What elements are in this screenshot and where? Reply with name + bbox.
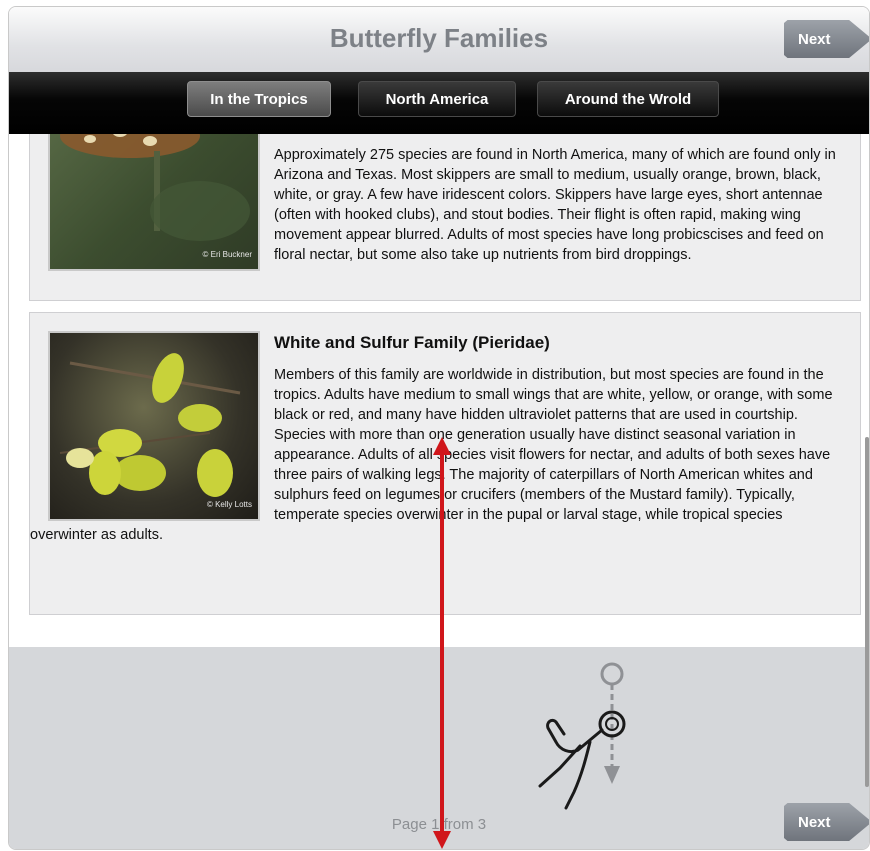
photo-credit: © Kelly Lotts xyxy=(206,500,252,509)
tab-bar: In the Tropics North America Around the … xyxy=(9,72,869,134)
title-bar: Butterfly Families Next xyxy=(9,7,869,73)
tab-around-the-world[interactable]: Around the Wrold xyxy=(537,81,719,117)
family-card: © Eri Buckner Approximately 275 species … xyxy=(29,134,861,301)
photo-credit: © Eri Buckner xyxy=(202,250,252,259)
tab-in-the-tropics[interactable]: In the Tropics xyxy=(187,81,331,117)
next-button-bottom[interactable]: Next xyxy=(784,803,869,841)
page-title: Butterfly Families xyxy=(329,23,549,53)
tab-north-america[interactable]: North America xyxy=(358,81,516,117)
butterfly-photo: © Eri Buckner xyxy=(48,134,260,271)
swipe-gesture-icon xyxy=(538,662,626,810)
scrollbar[interactable] xyxy=(865,437,869,787)
vertical-arrow-annotation xyxy=(433,437,451,849)
butterfly-photo: © Kelly Lotts xyxy=(48,331,260,521)
butterfly-image-art xyxy=(59,353,241,497)
